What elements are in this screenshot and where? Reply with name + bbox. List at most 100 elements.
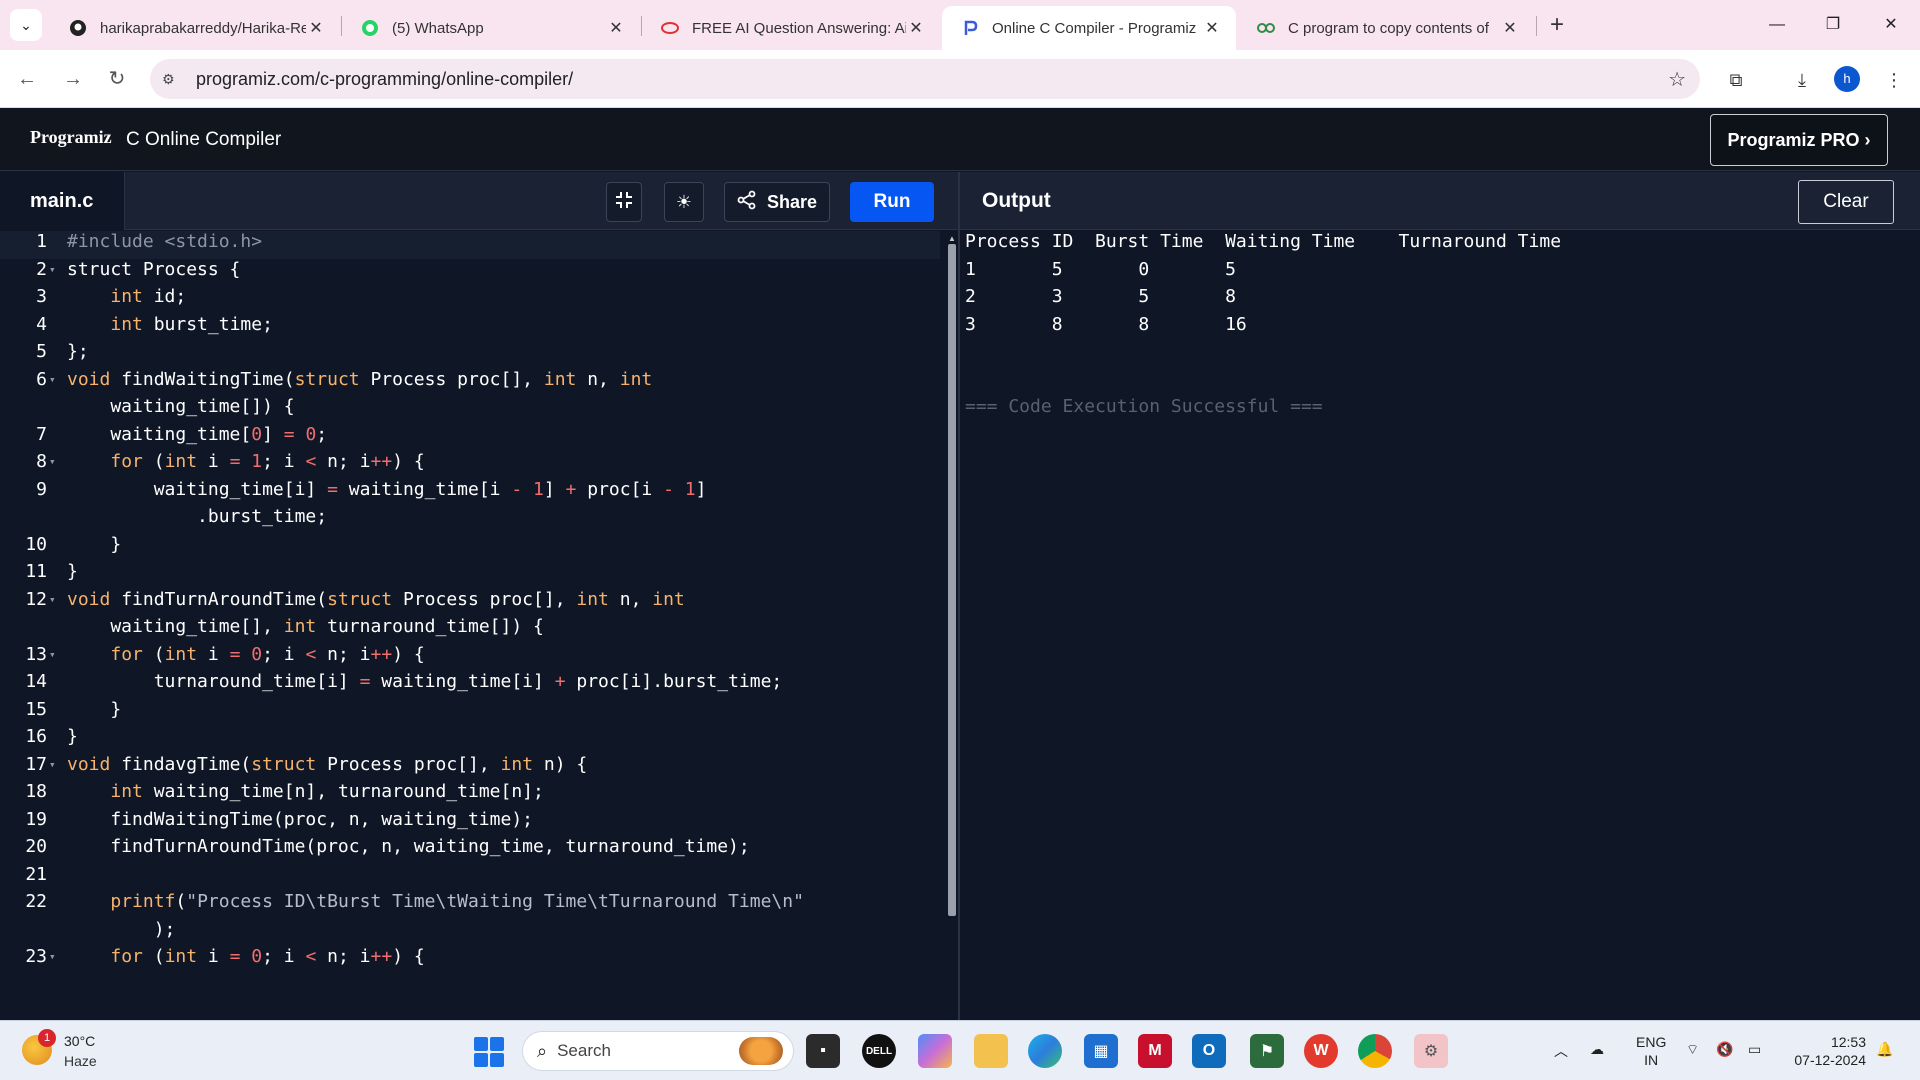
profile-avatar[interactable]: h	[1834, 66, 1860, 92]
code-line[interactable]: 7 waiting_time[0] = 0;	[0, 424, 940, 452]
code-text[interactable]: turnaround_time[i] = waiting_time[i] + p…	[67, 671, 783, 692]
code-text[interactable]: findTurnAroundTime(proc, n, waiting_time…	[67, 836, 749, 857]
site-settings-icon[interactable]: ⚙	[162, 71, 184, 88]
scroll-up-arrow-icon[interactable]: ▲	[948, 234, 956, 243]
mcafee-icon[interactable]: M	[1138, 1034, 1172, 1068]
back-button[interactable]: ←	[10, 62, 44, 96]
code-text[interactable]: waiting_time[]) {	[67, 396, 294, 417]
taskbar-search[interactable]: ⌕ Search	[522, 1031, 794, 1071]
code-line[interactable]: 10 }	[0, 534, 940, 562]
file-explorer-icon[interactable]	[974, 1034, 1008, 1068]
wps-office-icon[interactable]: W	[1304, 1034, 1338, 1068]
notification-bell-icon[interactable]: 🔔	[1876, 1041, 1893, 1058]
close-icon[interactable]: ✕	[1202, 18, 1222, 38]
code-line[interactable]: 11}	[0, 561, 940, 589]
code-line[interactable]: 3 int id;	[0, 286, 940, 314]
code-text[interactable]: void findTurnAroundTime(struct Process p…	[67, 589, 685, 610]
fullscreen-button[interactable]	[606, 182, 642, 222]
code-text[interactable]: int waiting_time[n], turnaround_time[n];	[67, 781, 543, 802]
code-line[interactable]: 6 ▾ void findWaitingTime(struct Process pr…	[0, 369, 940, 397]
more-menu-icon[interactable]: ⋮	[1880, 66, 1908, 94]
code-text[interactable]: };	[67, 341, 89, 362]
settings-icon[interactable]: ⚙	[1414, 1034, 1448, 1068]
terminal-icon[interactable]: ⚑	[1250, 1034, 1284, 1068]
task-view-icon[interactable]: ▪	[806, 1034, 840, 1068]
programiz-logo[interactable]: Programiz	[30, 127, 112, 148]
outlook-icon[interactable]: O	[1192, 1034, 1226, 1068]
code-line[interactable]: 19 findWaitingTime(proc, n, waiting_time…	[0, 809, 940, 837]
browser-tab-whatsapp[interactable]: (5) WhatsApp ✕	[342, 6, 640, 50]
start-button[interactable]	[474, 1037, 504, 1067]
code-line[interactable]: waiting_time[], int turnaround_time[]) {	[0, 616, 940, 644]
code-line[interactable]: 2 ▾ struct Process {	[0, 259, 940, 287]
code-text[interactable]: void findWaitingTime(struct Process proc…	[67, 369, 652, 390]
code-text[interactable]: waiting_time[0] = 0;	[67, 424, 327, 445]
fold-arrow-icon[interactable]: ▾	[49, 593, 61, 606]
code-line[interactable]: 15 }	[0, 699, 940, 727]
code-text[interactable]: waiting_time[], int turnaround_time[]) {	[67, 616, 544, 637]
fold-arrow-icon[interactable]: ▾	[49, 455, 61, 468]
code-text[interactable]: }	[67, 534, 121, 555]
code-line[interactable]: .burst_time;	[0, 506, 940, 534]
url-bar[interactable]: ⚙ programiz.com/c-programming/online-com…	[150, 59, 1700, 99]
extensions-icon[interactable]: ⧉	[1722, 66, 1750, 94]
minimize-button[interactable]: —	[1754, 8, 1800, 42]
code-line[interactable]: 14 turnaround_time[i] = waiting_time[i] …	[0, 671, 940, 699]
code-line[interactable]: 12 ▾ void findTurnAroundTime(struct Proces…	[0, 589, 940, 617]
edge-icon[interactable]	[1028, 1034, 1062, 1068]
code-editor[interactable]: 1 #include <stdio.h> 2 ▾ struct Process {3 i…	[0, 231, 940, 1020]
fold-arrow-icon[interactable]: ▾	[49, 263, 61, 276]
code-line[interactable]: 23 ▾ for (int i = 0; i < n; i++) {	[0, 946, 940, 974]
browser-tab-geeksforgeeks[interactable]: C program to copy contents of ✕	[1238, 6, 1534, 50]
fold-arrow-icon[interactable]: ▾	[49, 950, 61, 963]
code-line[interactable]: 8 ▾ for (int i = 1; i < n; i++) {	[0, 451, 940, 479]
code-line[interactable]: 5};	[0, 341, 940, 369]
code-text[interactable]: }	[67, 726, 78, 747]
close-icon[interactable]: ✕	[306, 18, 326, 38]
onedrive-icon[interactable]: ☁	[1590, 1041, 1604, 1058]
code-line[interactable]: 4 int burst_time;	[0, 314, 940, 342]
code-text[interactable]: for (int i = 0; i < n; i++) {	[67, 644, 424, 665]
fold-arrow-icon[interactable]: ▾	[49, 758, 61, 771]
weather-temperature[interactable]: 30°C	[64, 1033, 95, 1049]
forward-button[interactable]: →	[56, 62, 90, 96]
dell-icon[interactable]: DELL	[862, 1034, 896, 1068]
weather-condition[interactable]: Haze	[64, 1053, 97, 1069]
file-tab-main[interactable]: main.c	[0, 172, 125, 230]
code-line[interactable]: 13 ▾ for (int i = 0; i < n; i++) {	[0, 644, 940, 672]
url-text[interactable]: programiz.com/c-programming/online-compi…	[196, 69, 573, 90]
volume-muted-icon[interactable]: 🔇	[1716, 1041, 1733, 1058]
code-text[interactable]: findWaitingTime(proc, n, waiting_time);	[67, 809, 533, 830]
tab-search-button[interactable]: ⌄	[10, 9, 42, 41]
code-text[interactable]: int id;	[67, 286, 186, 307]
input-language[interactable]: ENG IN	[1636, 1033, 1666, 1069]
code-line[interactable]: 22 printf("Process ID\tBurst Time\tWaiti…	[0, 891, 940, 919]
close-window-button[interactable]: ✕	[1868, 8, 1914, 42]
clear-button[interactable]: Clear	[1798, 180, 1894, 224]
microsoft-store-icon[interactable]: ▦	[1084, 1034, 1118, 1068]
code-text[interactable]: void findavgTime(struct Process proc[], …	[67, 754, 587, 775]
code-text[interactable]: }	[67, 699, 121, 720]
close-icon[interactable]: ✕	[906, 18, 926, 38]
wifi-icon[interactable]: ⌔	[1686, 1041, 1699, 1059]
copilot-icon[interactable]	[918, 1034, 952, 1068]
code-text[interactable]: for (int i = 1; i < n; i++) {	[67, 451, 424, 472]
code-text[interactable]: }	[67, 561, 78, 582]
code-text[interactable]: struct Process {	[67, 259, 240, 280]
editor-scrollbar-thumb[interactable]	[948, 244, 956, 916]
code-line[interactable]: 16}	[0, 726, 940, 754]
code-line[interactable]: 9 waiting_time[i] = waiting_time[i - 1] …	[0, 479, 940, 507]
code-line[interactable]: 17 ▾ void findavgTime(struct Process proc[…	[0, 754, 940, 782]
new-tab-button[interactable]: +	[1542, 10, 1572, 40]
code-line[interactable]: 1 #include <stdio.h>	[0, 231, 940, 259]
code-text[interactable]: );	[67, 919, 176, 940]
code-text[interactable]: waiting_time[i] = waiting_time[i - 1] + …	[67, 479, 707, 500]
fold-arrow-icon[interactable]: ▾	[49, 373, 61, 386]
reload-button[interactable]: ↻	[100, 62, 134, 96]
browser-tab-ai[interactable]: FREE AI Question Answering: Ai ✕	[642, 6, 940, 50]
close-icon[interactable]: ✕	[1500, 18, 1520, 38]
code-text[interactable]: int burst_time;	[67, 314, 273, 335]
bookmark-star-icon[interactable]: ☆	[1668, 67, 1686, 92]
share-button[interactable]: Share	[724, 182, 830, 222]
code-line[interactable]: 21	[0, 864, 940, 892]
